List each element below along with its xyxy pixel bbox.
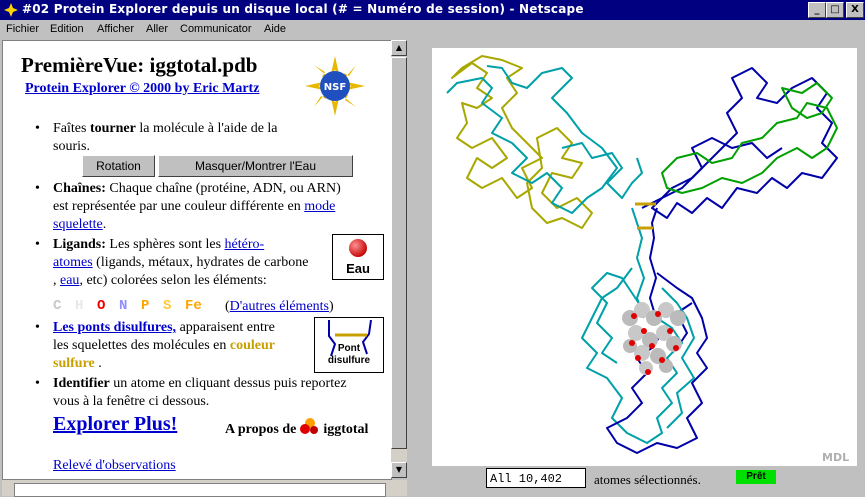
- chains-text-end: .: [102, 217, 107, 232]
- disulfide-text-1: apparaisent entre: [176, 320, 275, 335]
- pont-label-2: disulfure: [327, 355, 371, 366]
- identify-text-1: un atome en cliquant dessus puis reporte…: [109, 376, 347, 391]
- element-nitrogen[interactable]: N: [119, 298, 127, 314]
- nsf-label: NSF: [324, 82, 346, 93]
- ligands-description: Ligands: Les sphères sont les hétéro- at…: [53, 236, 338, 290]
- scroll-down-icon[interactable]: ▼: [391, 462, 407, 478]
- page-title: PremièreVue: iggtotal.pdb: [21, 53, 258, 77]
- ligands-text-1: Les sphères sont les: [105, 237, 225, 252]
- explore-more-link[interactable]: Explorer Plus!: [53, 413, 177, 436]
- element-sulfur[interactable]: S: [163, 298, 171, 314]
- hinge-blue: [648, 207, 658, 319]
- molecule-icon: [299, 418, 318, 434]
- menu-aller[interactable]: Aller: [146, 23, 168, 35]
- chain-green-right-2: [781, 82, 833, 119]
- atomes-link[interactable]: atomes: [53, 255, 93, 270]
- about-text-pre: A propos de: [225, 422, 300, 437]
- ligands-label: Ligands:: [53, 237, 106, 252]
- sulfur-color-word-2: sulfure: [53, 356, 95, 371]
- disulfide-text-end: .: [94, 356, 102, 371]
- disulfide-bridge-button[interactable]: Pont disulfure: [314, 317, 384, 373]
- rotate-text-bold: tourner: [89, 121, 136, 136]
- menu-bar: Fichier Edition Afficher Aller Communica…: [0, 20, 865, 38]
- close-button[interactable]: X: [846, 2, 864, 18]
- sulfur-color-word: couleur: [229, 338, 276, 353]
- water-button[interactable]: Eau: [332, 234, 384, 280]
- left-bottom-frame: [2, 480, 407, 497]
- squelette-link[interactable]: squelette: [53, 217, 103, 232]
- bottom-frame-field[interactable]: [14, 483, 386, 497]
- selection-label: atomes sélectionnés.: [594, 472, 701, 487]
- disulfide-text-2: les squelettes des molécules en: [53, 338, 230, 353]
- hetero-link[interactable]: hétéro-: [225, 237, 265, 252]
- identify-description: Identifier un atome en cliquant dessus p…: [53, 375, 383, 411]
- element-hydrogen[interactable]: H: [75, 298, 83, 314]
- element-carbon[interactable]: C: [53, 298, 61, 314]
- bullet-dot: •: [35, 376, 40, 391]
- chains-text-1: Chaque chaîne (protéine, ADN, ou ARN): [105, 181, 341, 196]
- bullet-dot: •: [35, 320, 40, 335]
- paren-close: ): [329, 299, 334, 314]
- nsf-logo-icon: NSF: [305, 56, 365, 116]
- rotate-text-end: souris.: [53, 139, 90, 154]
- pont-label-1: Pont: [337, 343, 361, 354]
- selection-count-field[interactable]: All 10,402: [486, 468, 586, 488]
- rotate-instruction: Faîtes tourner la molécule à l'aide de l…: [53, 120, 353, 156]
- scroll-up-icon[interactable]: ▲: [391, 40, 407, 56]
- bullet-dot: •: [35, 181, 40, 196]
- bullet-dot: •: [35, 237, 40, 252]
- status-ready-badge: Prêt: [736, 470, 776, 484]
- scroll-thumb[interactable]: [391, 57, 407, 449]
- identify-label: Identifier: [53, 376, 110, 391]
- menu-fichier[interactable]: Fichier: [6, 23, 39, 35]
- rotate-text-post: la molécule à l'aide de la: [135, 121, 278, 136]
- ligands-text-3a: ,: [53, 273, 60, 288]
- observations-link[interactable]: Relevé d'observations: [53, 458, 176, 474]
- mode-link[interactable]: mode: [304, 199, 335, 214]
- title-bar: #02 Protein Explorer depuis un disque lo…: [0, 0, 865, 20]
- menu-aide[interactable]: Aide: [264, 23, 286, 35]
- igg-molecule-render[interactable]: [432, 48, 857, 466]
- element-iron[interactable]: Fe: [185, 298, 202, 314]
- mdl-watermark: MDL: [822, 451, 850, 464]
- bullet-dot: •: [35, 121, 40, 136]
- left-vertical-scrollbar[interactable]: ▲ ▼: [391, 40, 407, 478]
- about-text-post: iggtotal: [323, 422, 369, 437]
- eau-link[interactable]: eau: [60, 273, 79, 288]
- molecule-viewer[interactable]: [432, 48, 857, 466]
- other-elements: (D'autres éléments): [225, 298, 334, 316]
- disulfide-link[interactable]: Les ponts disulfures,: [53, 320, 176, 335]
- maximize-button[interactable]: □: [826, 2, 844, 18]
- ligands-text-3b: , etc) colorées selon les éléments:: [79, 273, 267, 288]
- element-oxygen[interactable]: O: [97, 298, 105, 314]
- pont-label: Pont disulfure: [315, 343, 383, 367]
- chain-cyan-left: [446, 65, 618, 214]
- menu-communicator[interactable]: Communicator: [180, 23, 252, 35]
- identify-text-2: vous à la fenêtre ci dessous.: [53, 394, 210, 409]
- rotate-text-pre: Faîtes: [53, 121, 90, 136]
- carbohydrate-cluster[interactable]: [622, 302, 686, 375]
- menu-edition[interactable]: Edition: [50, 23, 84, 35]
- other-elements-link[interactable]: D'autres éléments: [230, 299, 329, 314]
- netscape-logo-icon[interactable]: [3, 2, 19, 18]
- chains-description: Chaînes: Chaque chaîne (protéine, ADN, o…: [53, 180, 383, 234]
- element-phosphorus[interactable]: P: [141, 298, 149, 314]
- disulfide-description: Les ponts disulfures, apparaisent entre …: [53, 319, 313, 373]
- ligands-text-2: (ligands, métaux, hydrates de carbone: [92, 255, 309, 270]
- chain-cyan-left-2: [561, 142, 643, 199]
- chains-label: Chaînes:: [53, 181, 106, 196]
- menu-afficher[interactable]: Afficher: [97, 23, 134, 35]
- rotation-button[interactable]: Rotation: [82, 155, 155, 177]
- minimize-button[interactable]: _: [808, 2, 826, 18]
- left-content-frame: PremièreVue: iggtotal.pdb Protein Explor…: [2, 40, 392, 480]
- window-title: #02 Protein Explorer depuis un disque lo…: [22, 2, 584, 16]
- credit-link[interactable]: Protein Explorer © 2000 by Eric Martz: [25, 81, 259, 97]
- about-link[interactable]: A propos de iggtotal: [225, 417, 368, 439]
- chains-text-2: est représentée par une couleur différen…: [53, 199, 305, 214]
- toggle-water-button[interactable]: Masquer/Montrer l'Eau: [158, 155, 353, 177]
- water-label: Eau: [346, 261, 370, 276]
